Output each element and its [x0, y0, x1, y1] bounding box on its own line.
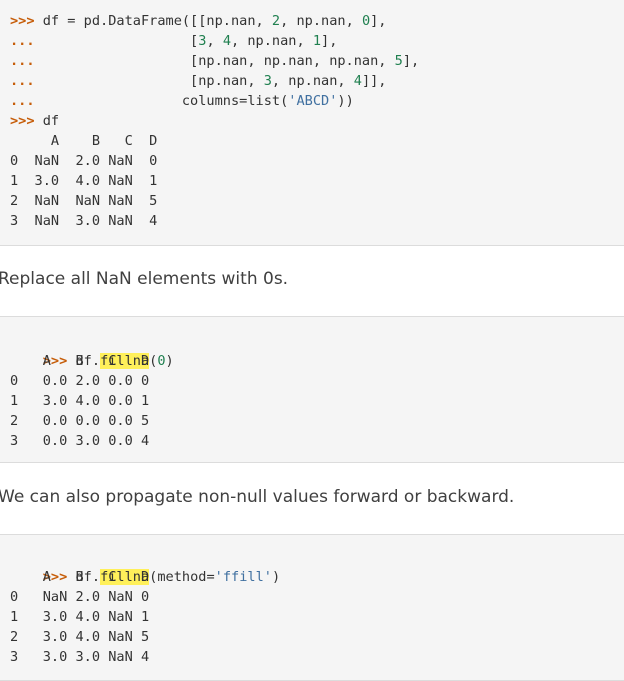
code-text: , [206, 33, 223, 49]
code-number: 5 [394, 53, 403, 69]
code-text: ], [321, 33, 338, 49]
code-block-fillna-ffill: >>> df.fillna(method='ffill') A B C D 0 … [0, 534, 624, 681]
code-line-call: >>> df.fillna(method='ffill') [10, 547, 280, 585]
code-line: ... [np.nan, np.nan, np.nan, 5], [10, 51, 419, 71]
prompt: ... [10, 73, 35, 89]
output-line: 0 NaN 2.0 NaN 0 [10, 589, 150, 605]
output-line: 1 3.0 4.0 0.0 1 [10, 393, 150, 409]
code-string: 'ffill' [214, 569, 272, 585]
code-line: >>> df [10, 111, 59, 131]
code-number: 2 [271, 13, 281, 29]
output-line: A B C D [10, 353, 150, 369]
prompt: ... [10, 33, 35, 49]
code-block-dataframe: >>> df = pd.DataFrame([[np.nan, 2, np.na… [0, 0, 624, 246]
output-line: 0 0.0 2.0 0.0 0 [10, 373, 150, 389]
code-line: ... columns=list('ABCD')) [10, 91, 354, 111]
code-line-call: >>> df.fillna(0) [10, 331, 174, 369]
paragraph-propagate: We can also propagate non-null values fo… [0, 487, 515, 507]
output-line: 2 3.0 4.0 NaN 5 [10, 629, 150, 645]
code-text: [ [34, 33, 199, 49]
code-number: 0 [157, 353, 166, 369]
output-line: 0 NaN 2.0 NaN 0 [10, 153, 158, 169]
output-line: 3 3.0 3.0 NaN 4 [10, 649, 150, 665]
code-text: (method= [149, 569, 215, 585]
code-string: 'ABCD' [288, 93, 338, 109]
output-line: 2 NaN NaN NaN 5 [10, 193, 158, 209]
output-line: A B C D [10, 133, 158, 149]
code-text: ) [165, 353, 174, 369]
code-text: [np.nan, [34, 73, 264, 89]
code-text: ]], [361, 73, 387, 89]
code-line: ... [np.nan, 3, np.nan, 4]], [10, 71, 387, 91]
code-text: , np.nan, [231, 33, 313, 49]
output-line: A B C D [10, 569, 150, 585]
output-line: 1 3.0 4.0 NaN 1 [10, 609, 150, 625]
output-line: 1 3.0 4.0 NaN 1 [10, 173, 158, 189]
code-number: 4 [222, 33, 231, 49]
output-line: 3 NaN 3.0 NaN 4 [10, 213, 158, 229]
code-number: 0 [361, 13, 371, 29]
code-line: >>> df = pd.DataFrame([[np.nan, 2, np.na… [10, 11, 387, 31]
output-line: 3 0.0 3.0 0.0 4 [10, 433, 150, 449]
code-text: , np.nan, [271, 73, 354, 89]
prompt: ... [10, 53, 35, 69]
code-text: ], [402, 53, 420, 69]
code-text: [np.nan, np.nan, np.nan, [34, 53, 395, 69]
code-text: )) [337, 93, 354, 109]
prompt: ... [10, 93, 35, 109]
code-text: ) [271, 569, 281, 585]
code-number: 4 [353, 73, 362, 89]
output-line: 2 0.0 0.0 0.0 5 [10, 413, 150, 429]
code-line: ... [3, 4, np.nan, 1], [10, 31, 337, 51]
code-text: df [34, 113, 60, 129]
code-block-fillna-zero: >>> df.fillna(0) A B C D 0 0.0 2.0 0.0 0… [0, 316, 624, 463]
code-number: 3 [263, 73, 272, 89]
code-text: df = pd.DataFrame([[np.nan, [34, 13, 272, 29]
prompt: >>> [10, 113, 35, 129]
code-text: columns=list( [34, 93, 289, 109]
code-number: 1 [312, 33, 322, 49]
code-text: , np.nan, [280, 13, 362, 29]
prompt: >>> [10, 13, 35, 29]
code-text: ], [370, 13, 387, 29]
paragraph-replace-nan: Replace all NaN elements with 0s. [0, 269, 289, 289]
